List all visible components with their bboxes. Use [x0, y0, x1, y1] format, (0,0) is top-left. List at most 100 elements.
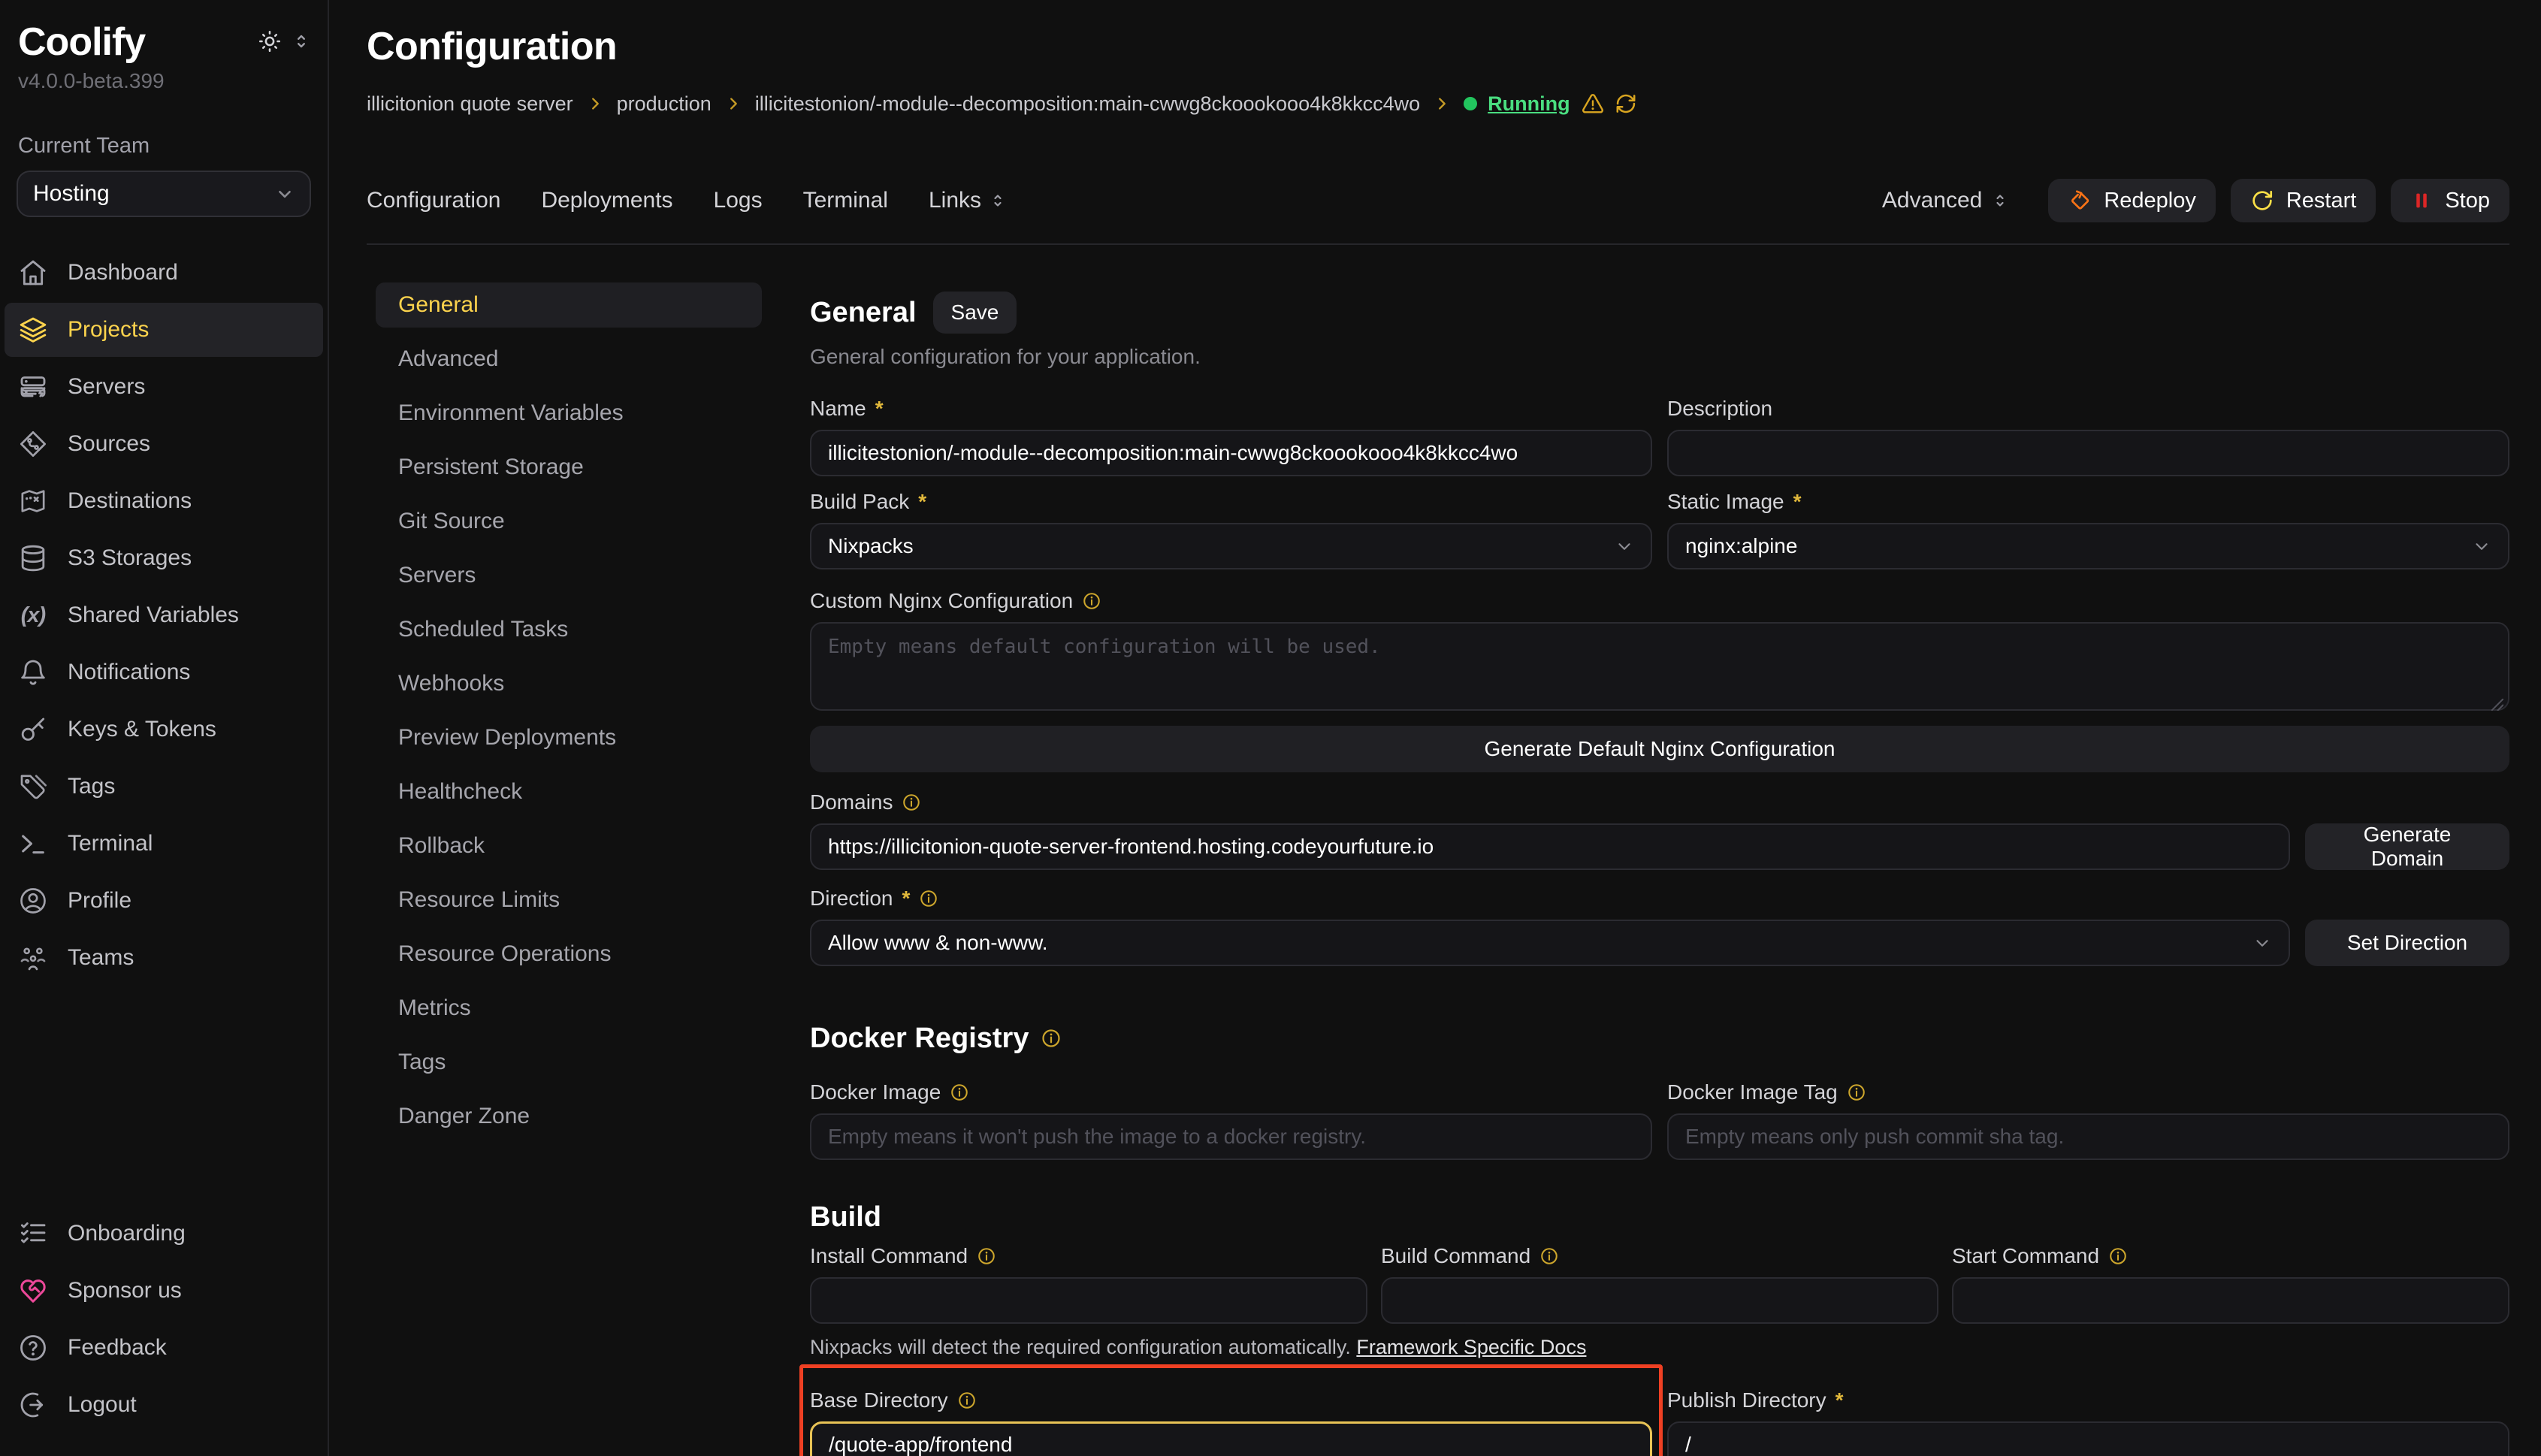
info-icon[interactable] — [2108, 1246, 2128, 1266]
tab-links[interactable]: Links — [929, 188, 1007, 213]
subnav-item-rollback[interactable]: Rollback — [376, 823, 762, 868]
info-icon[interactable] — [977, 1246, 996, 1266]
info-icon[interactable] — [902, 793, 921, 812]
restart-button[interactable]: Restart — [2231, 179, 2376, 222]
stop-button[interactable]: Stop — [2391, 179, 2509, 222]
description-input[interactable] — [1667, 430, 2509, 476]
sidebar-item-label: Feedback — [68, 1335, 167, 1361]
direction-select[interactable]: Allow www & non-www. — [810, 920, 2290, 966]
tab-configuration[interactable]: Configuration — [367, 188, 500, 213]
info-icon[interactable] — [957, 1391, 977, 1410]
static-image-select[interactable]: nginx:alpine — [1667, 523, 2509, 569]
generate-domain-button[interactable]: Generate Domain — [2305, 823, 2509, 870]
publish-directory-input[interactable] — [1667, 1421, 2509, 1456]
sidebar-item-servers[interactable]: Servers — [5, 360, 323, 414]
sidebar-item-keys-tokens[interactable]: Keys & Tokens — [5, 702, 323, 757]
framework-docs-link[interactable]: Framework Specific Docs — [1356, 1336, 1586, 1358]
sidebar-item-onboarding[interactable]: Onboarding — [5, 1207, 323, 1261]
docker-image-input[interactable] — [810, 1113, 1652, 1160]
sidebar-item-feedback[interactable]: Feedback — [5, 1321, 323, 1375]
domains-label: Domains — [810, 790, 893, 814]
save-button[interactable]: Save — [933, 292, 1017, 334]
build-pack-select[interactable]: Nixpacks — [810, 523, 1652, 569]
status-running-link[interactable]: Running — [1488, 92, 1570, 116]
domains-input[interactable] — [810, 823, 2290, 870]
subnav-item-persistent-storage[interactable]: Persistent Storage — [376, 445, 762, 490]
install-command-input[interactable] — [810, 1277, 1367, 1324]
tab-terminal[interactable]: Terminal — [803, 188, 888, 213]
sidebar-item-profile[interactable]: Profile — [5, 874, 323, 928]
sidebar-item-s3-storages[interactable]: S3 Storages — [5, 531, 323, 585]
subnav-item-git-source[interactable]: Git Source — [376, 499, 762, 544]
chevron-down-icon — [2472, 536, 2491, 556]
subnav-item-metrics[interactable]: Metrics — [376, 986, 762, 1031]
key-icon — [18, 714, 48, 745]
nginx-config-textarea[interactable] — [810, 622, 2509, 711]
sidebar-item-notifications[interactable]: Notifications — [5, 645, 323, 699]
subnav-item-advanced[interactable]: Advanced — [376, 337, 762, 382]
build-pack-value: Nixpacks — [828, 534, 914, 558]
info-icon[interactable] — [950, 1083, 969, 1102]
required-asterisk: * — [1836, 1388, 1844, 1412]
subnav-item-servers[interactable]: Servers — [376, 553, 762, 598]
redeploy-button[interactable]: Redeploy — [2048, 179, 2216, 222]
breadcrumb-resource[interactable]: illicitestonion/-module--decomposition:m… — [755, 92, 1420, 116]
sidebar-item-label: Servers — [68, 374, 145, 400]
tab-logs[interactable]: Logs — [714, 188, 763, 213]
info-icon[interactable] — [919, 889, 938, 908]
refresh-icon[interactable] — [1614, 92, 1638, 116]
sidebar-item-tags[interactable]: Tags — [5, 760, 323, 814]
start-command-input[interactable] — [1952, 1277, 2509, 1324]
git-source-icon — [18, 429, 48, 459]
subnav-item-resource-operations[interactable]: Resource Operations — [376, 932, 762, 977]
sidebar-item-label: Onboarding — [68, 1221, 186, 1246]
subnav-item-webhooks[interactable]: Webhooks — [376, 661, 762, 706]
nixpacks-note: Nixpacks will detect the required config… — [810, 1336, 1351, 1358]
breadcrumb-environment[interactable]: production — [617, 92, 712, 116]
chevrons-up-down-icon — [1991, 192, 2009, 210]
sidebar-item-label: Dashboard — [68, 260, 178, 285]
info-icon[interactable] — [1539, 1246, 1559, 1266]
subnav-item-danger-zone[interactable]: Danger Zone — [376, 1094, 762, 1139]
tab-deployments[interactable]: Deployments — [541, 188, 672, 213]
set-direction-button[interactable]: Set Direction — [2305, 920, 2509, 966]
subnav-item-tags[interactable]: Tags — [376, 1040, 762, 1085]
sidebar-item-sponsor-us[interactable]: Sponsor us — [5, 1264, 323, 1318]
server-icon — [18, 372, 48, 402]
sidebar-item-sources[interactable]: Sources — [5, 417, 323, 471]
subnav-item-scheduled-tasks[interactable]: Scheduled Tasks — [376, 607, 762, 652]
sidebar-item-projects[interactable]: Projects — [5, 303, 323, 357]
build-command-input[interactable] — [1381, 1277, 1938, 1324]
breadcrumb: illicitonion quote server production ill… — [367, 92, 2509, 116]
sidebar-item-dashboard[interactable]: Dashboard — [5, 246, 323, 300]
subnav-item-healthcheck[interactable]: Healthcheck — [376, 769, 762, 814]
info-icon[interactable] — [1082, 591, 1101, 611]
sidebar-item-teams[interactable]: Teams — [5, 931, 323, 985]
info-icon[interactable] — [1847, 1083, 1866, 1102]
subnav-item-preview-deployments[interactable]: Preview Deployments — [376, 715, 762, 760]
docker-image-tag-input[interactable] — [1667, 1113, 2509, 1160]
sidebar-item-destinations[interactable]: Destinations — [5, 474, 323, 528]
install-command-label: Install Command — [810, 1244, 968, 1268]
breadcrumb-project[interactable]: illicitonion quote server — [367, 92, 573, 116]
generate-nginx-button[interactable]: Generate Default Nginx Configuration — [810, 726, 2509, 772]
description-label: Description — [1667, 397, 1772, 421]
theme-sun-icon[interactable] — [257, 29, 283, 54]
info-icon[interactable] — [1041, 1028, 1062, 1049]
sidebar-item-logout[interactable]: Logout — [5, 1378, 323, 1432]
team-select[interactable]: Hosting — [17, 171, 311, 217]
name-input[interactable] — [810, 430, 1652, 476]
advanced-label: Advanced — [1882, 188, 1982, 213]
subnav-item-general[interactable]: General — [376, 282, 762, 328]
base-directory-input[interactable] — [810, 1421, 1652, 1456]
sidebar-item-shared-variables[interactable]: (x) Shared Variables — [5, 588, 323, 642]
advanced-dropdown[interactable]: Advanced — [1882, 188, 2009, 213]
subnav-item-environment-variables[interactable]: Environment Variables — [376, 391, 762, 436]
stop-pause-icon — [2410, 189, 2433, 212]
chevron-down-icon — [275, 184, 295, 204]
subnav-item-resource-limits[interactable]: Resource Limits — [376, 878, 762, 923]
docker-image-label: Docker Image — [810, 1080, 941, 1104]
sidebar-item-terminal[interactable]: Terminal — [5, 817, 323, 871]
restart-label: Restart — [2286, 189, 2356, 213]
theme-chevrons-icon[interactable] — [292, 32, 311, 51]
